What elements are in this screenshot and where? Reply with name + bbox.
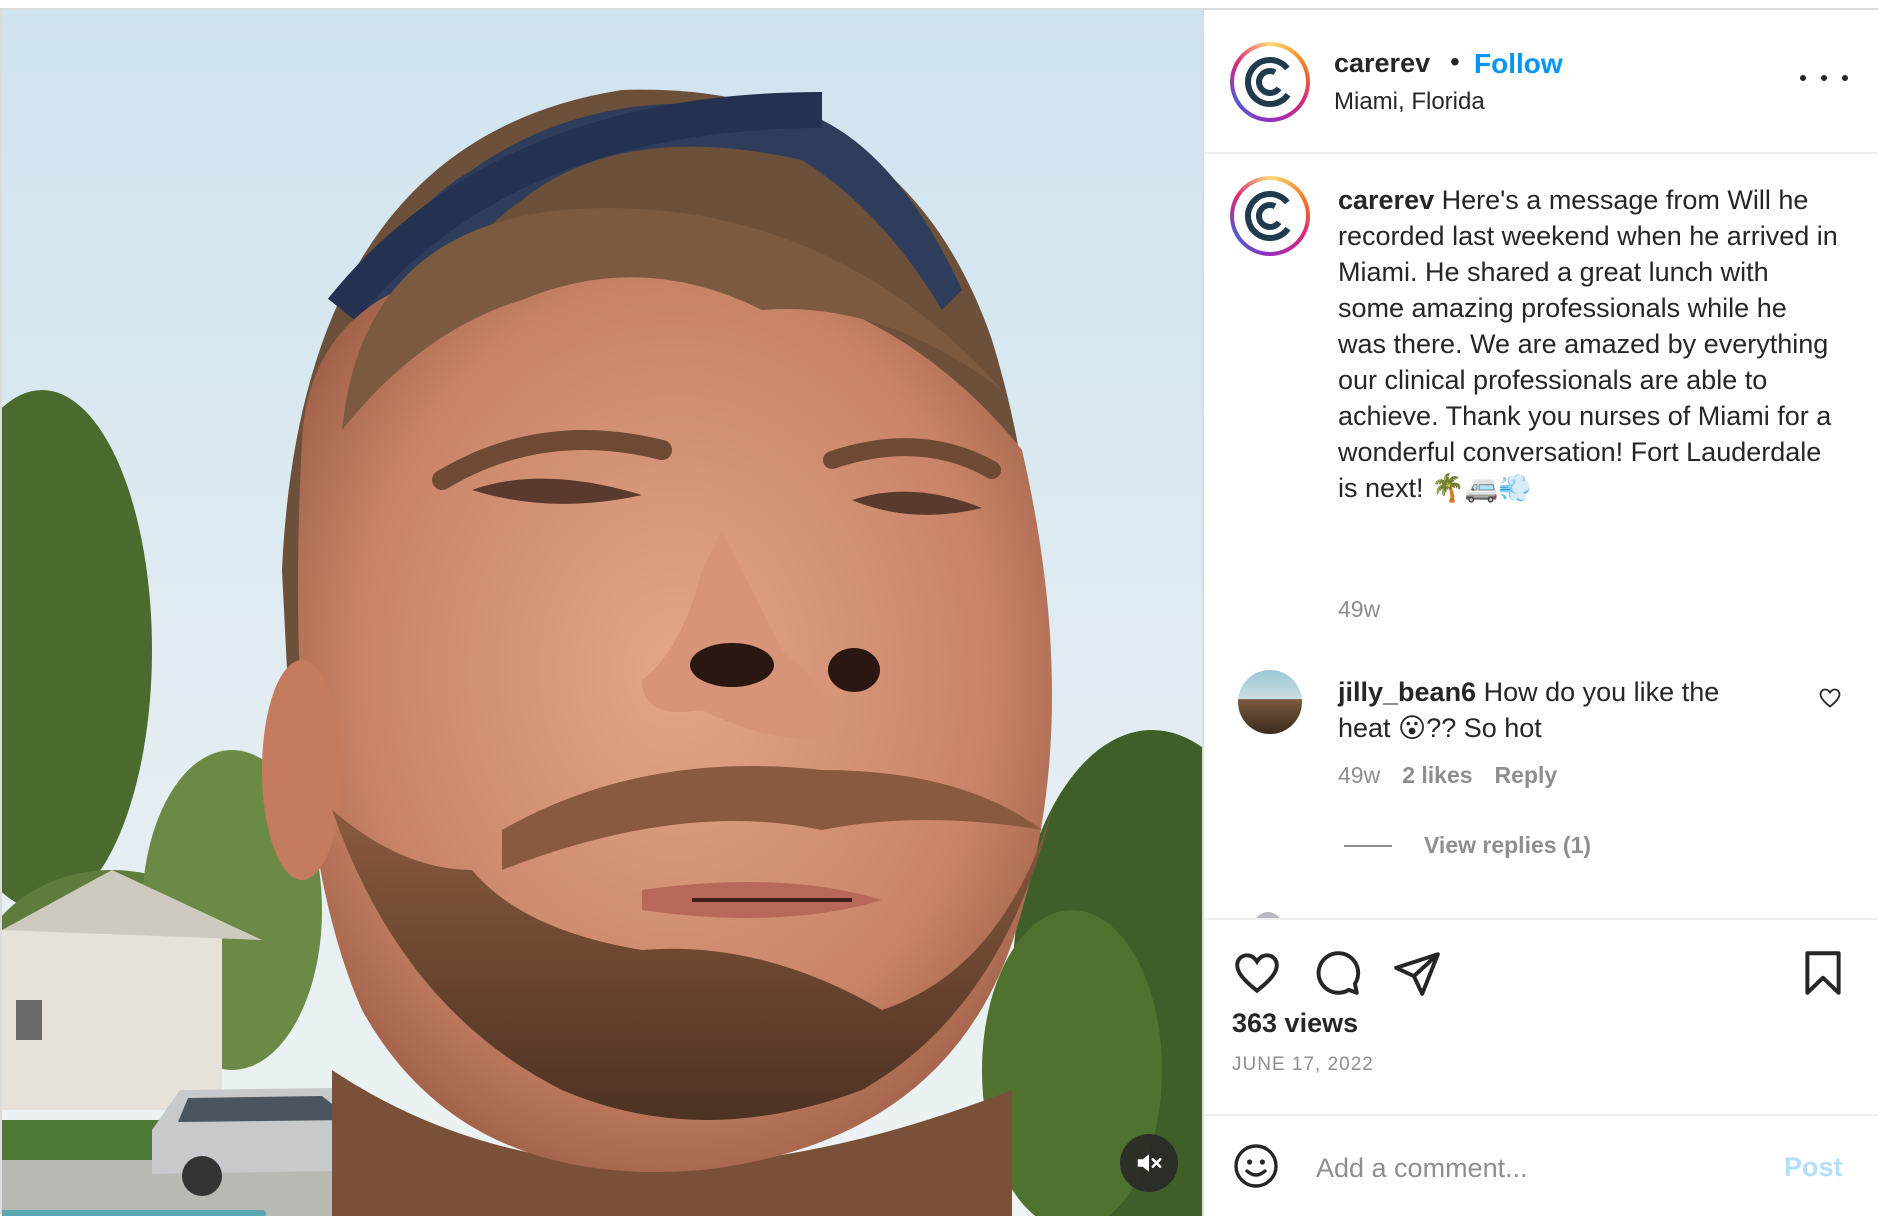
speaker-muted-icon bbox=[1136, 1151, 1162, 1175]
paper-plane-icon[interactable] bbox=[1392, 948, 1442, 998]
video-frame-image bbox=[2, 10, 1202, 1216]
avatar[interactable] bbox=[1230, 42, 1310, 122]
post-caption: carerev Here's a message from Will he re… bbox=[1338, 182, 1838, 506]
comment-bubble-icon[interactable] bbox=[1312, 948, 1362, 998]
view-replies-button[interactable]: View replies (1) bbox=[1344, 832, 1591, 859]
comment-likes-count[interactable]: 2 likes bbox=[1402, 762, 1472, 789]
more-options-icon[interactable] bbox=[1800, 66, 1848, 90]
caption-text: Here's a message from Will he recorded l… bbox=[1338, 185, 1838, 503]
divider bbox=[1344, 844, 1392, 847]
caption-username-link[interactable]: carerev bbox=[1338, 185, 1434, 215]
video-progress-bar[interactable] bbox=[2, 1210, 266, 1216]
heart-icon[interactable] bbox=[1232, 948, 1282, 998]
post-actions: 363 views JUNE 17, 2022 bbox=[1204, 918, 1878, 1114]
truncated-next-comment bbox=[1256, 912, 1280, 918]
instagram-post: carerev • Follow Miami, Florida carerev … bbox=[0, 8, 1878, 1216]
carerev-logo-icon bbox=[1245, 57, 1295, 107]
location-link[interactable]: Miami, Florida bbox=[1334, 88, 1485, 116]
add-comment-bar: Post bbox=[1204, 1114, 1878, 1216]
heart-icon[interactable] bbox=[1818, 686, 1842, 710]
follow-button[interactable]: Follow bbox=[1474, 48, 1563, 80]
avatar[interactable] bbox=[1238, 670, 1302, 734]
views-count[interactable]: 363 views bbox=[1232, 1008, 1358, 1039]
post-side-panel: carerev • Follow Miami, Florida carerev … bbox=[1202, 10, 1878, 1216]
comment-meta: 49w 2 likes Reply bbox=[1338, 762, 1557, 789]
avatar[interactable] bbox=[1230, 176, 1310, 256]
comment-username-link[interactable]: jilly_bean6 bbox=[1338, 677, 1476, 707]
mute-toggle-button[interactable] bbox=[1120, 1134, 1178, 1192]
header-username-link[interactable]: carerev bbox=[1334, 48, 1430, 79]
post-video[interactable] bbox=[2, 10, 1202, 1216]
smiley-icon[interactable] bbox=[1232, 1142, 1280, 1190]
post-comment-button[interactable]: Post bbox=[1784, 1152, 1843, 1183]
carerev-logo-icon bbox=[1245, 191, 1295, 241]
comment-timestamp[interactable]: 49w bbox=[1338, 762, 1380, 789]
post-header: carerev • Follow Miami, Florida bbox=[1204, 10, 1878, 154]
list-item-partial bbox=[1238, 906, 1638, 918]
comments-list[interactable]: carerev Here's a message from Will he re… bbox=[1204, 156, 1878, 918]
list-item: jilly_bean6 How do you like the heat 😮??… bbox=[1338, 674, 1778, 746]
comment-input[interactable] bbox=[1314, 1146, 1754, 1190]
bookmark-icon[interactable] bbox=[1798, 948, 1848, 998]
post-date[interactable]: JUNE 17, 2022 bbox=[1232, 1054, 1374, 1076]
separator-dot: • bbox=[1450, 46, 1460, 77]
view-replies-label: View replies (1) bbox=[1424, 832, 1592, 858]
caption-timestamp[interactable]: 49w bbox=[1338, 596, 1380, 623]
reply-button[interactable]: Reply bbox=[1495, 762, 1558, 789]
